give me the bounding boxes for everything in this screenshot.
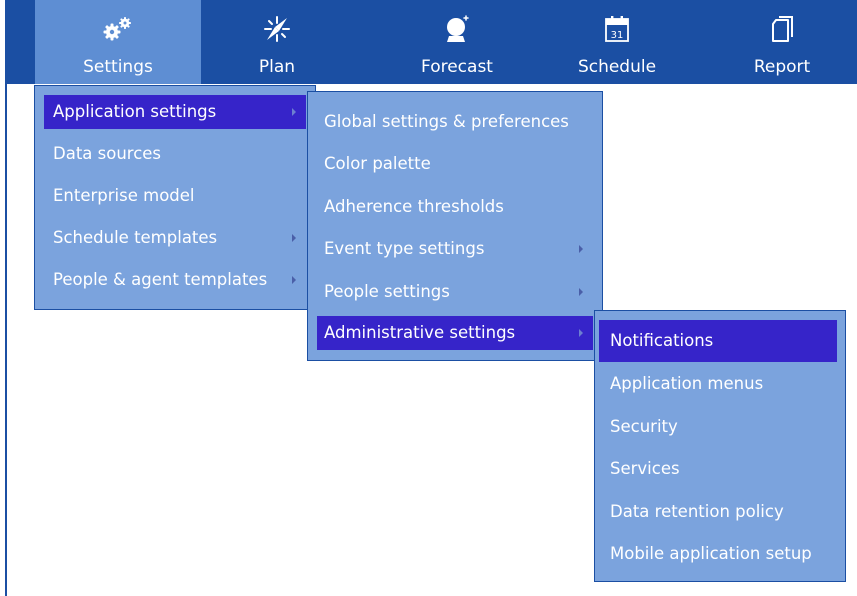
menu-item-mobile-application-setup[interactable]: Mobile application setup (599, 537, 837, 571)
menu-item-label: People settings (324, 282, 450, 301)
menu-item-label: Security (610, 417, 678, 436)
menu-item-global-settings[interactable]: Global settings & preferences (317, 105, 593, 139)
nav-plan[interactable]: Plan (237, 0, 317, 84)
menu-item-label: Global settings & preferences (324, 112, 569, 131)
calendar-day: 31 (611, 30, 624, 41)
menu-item-people-agent-templates[interactable]: People & agent templates (44, 263, 306, 297)
window-left-border (5, 0, 7, 596)
menu-item-notifications[interactable]: Notifications (599, 320, 837, 362)
nav-settings-label: Settings (83, 57, 153, 77)
menu-item-label: Application menus (610, 374, 764, 393)
nav-report-label: Report (753, 57, 811, 77)
compass-icon (237, 14, 317, 44)
report-pages-icon (742, 14, 822, 44)
menu-item-event-type-settings[interactable]: Event type settings (317, 232, 593, 266)
menu-item-label: Adherence thresholds (324, 197, 504, 216)
menu-item-label: Schedule templates (53, 228, 218, 247)
menu-item-security[interactable]: Security (599, 410, 837, 444)
submenu-arrow-icon (579, 288, 583, 296)
menu-item-label: Administrative settings (324, 323, 516, 342)
submenu-arrow-icon (292, 276, 296, 284)
nav-schedule[interactable]: 31 Schedule (562, 0, 672, 84)
menu-item-label: Data sources (53, 144, 162, 163)
submenu-arrow-icon (579, 329, 583, 337)
menu-item-label: Data retention policy (610, 502, 784, 521)
menu-item-data-sources[interactable]: Data sources (44, 137, 306, 171)
menu-item-administrative-settings[interactable]: Administrative settings (317, 316, 593, 350)
menu-item-people-settings[interactable]: People settings (317, 275, 593, 309)
nav-settings[interactable]: Settings (35, 0, 201, 84)
menu-item-label: Enterprise model (53, 186, 195, 205)
menu-item-label: Mobile application setup (610, 544, 812, 563)
menu-item-services[interactable]: Services (599, 452, 837, 486)
administrative-settings-submenu: Notifications Application menus Security… (594, 310, 846, 582)
menu-item-label: Notifications (610, 331, 714, 350)
menu-item-label: Services (610, 459, 680, 478)
menu-item-label: People & agent templates (53, 270, 268, 289)
application-settings-submenu: Global settings & preferences Color pale… (307, 91, 603, 361)
nav-plan-label: Plan (258, 57, 296, 77)
menu-item-adherence-thresholds[interactable]: Adherence thresholds (317, 190, 593, 224)
submenu-arrow-icon (292, 234, 296, 242)
gears-icon (35, 14, 201, 44)
app-window: Settings Plan Forecast 31 Schedule Repor… (0, 0, 857, 596)
submenu-arrow-icon (579, 245, 583, 253)
calendar-icon: 31 (562, 14, 672, 44)
nav-schedule-label: Schedule (577, 57, 657, 77)
top-nav-bar: Settings Plan Forecast 31 Schedule Repor… (7, 0, 857, 84)
menu-item-color-palette[interactable]: Color palette (317, 147, 593, 181)
nav-forecast-label: Forecast (421, 57, 493, 77)
crystal-ball-icon (402, 14, 512, 44)
nav-forecast[interactable]: Forecast (402, 0, 512, 84)
menu-item-data-retention-policy[interactable]: Data retention policy (599, 495, 837, 529)
menu-item-label: Event type settings (324, 239, 485, 258)
menu-item-schedule-templates[interactable]: Schedule templates (44, 221, 306, 255)
settings-menu: Application settings Data sources Enterp… (34, 85, 316, 310)
menu-item-application-menus[interactable]: Application menus (599, 367, 837, 401)
menu-item-application-settings[interactable]: Application settings (44, 95, 306, 129)
menu-item-label: Application settings (53, 102, 217, 121)
submenu-arrow-icon (292, 108, 296, 116)
nav-report[interactable]: Report (742, 0, 822, 84)
menu-item-enterprise-model[interactable]: Enterprise model (44, 179, 306, 213)
menu-item-label: Color palette (324, 154, 431, 173)
